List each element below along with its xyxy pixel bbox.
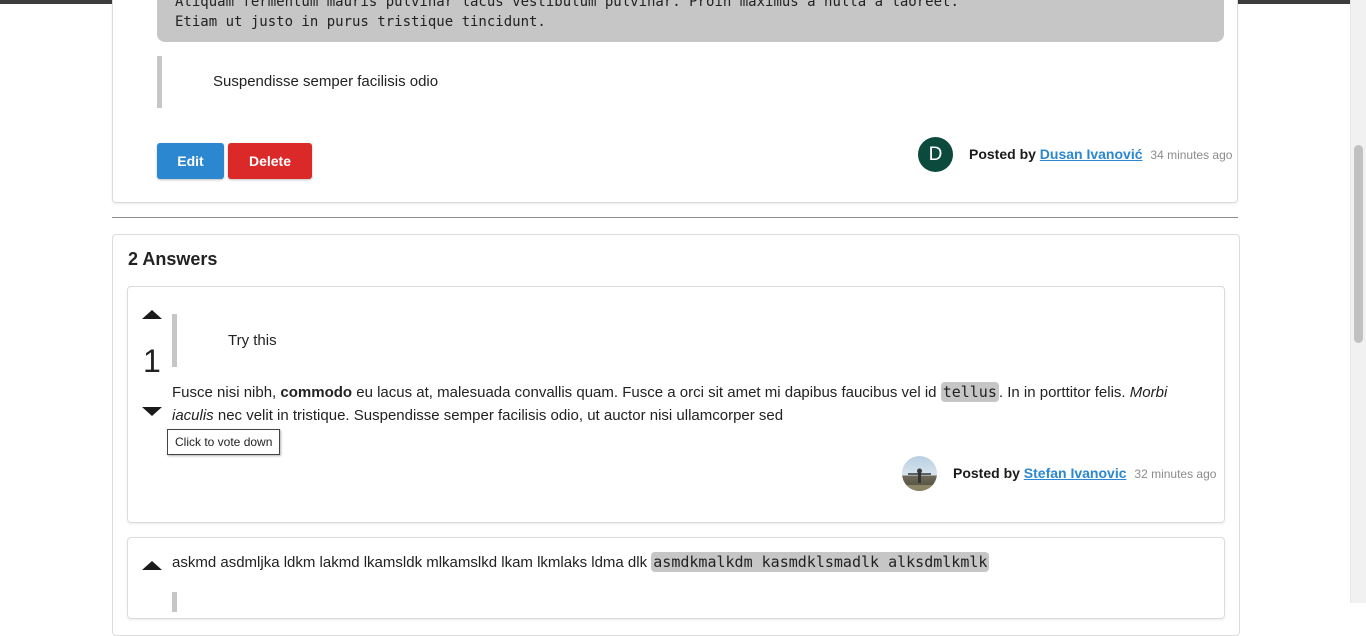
code-line-1: Aliquam fermentum mauris pulvinar lacus … — [175, 0, 959, 10]
delete-button[interactable]: Delete — [228, 143, 312, 179]
answer-text: . In in porttitor felis. — [998, 384, 1130, 401]
posted-by-label: Posted by — [953, 465, 1020, 481]
avatar — [902, 456, 937, 491]
vote-up-icon[interactable] — [142, 310, 162, 319]
answer-body: askmd asdmljka ldkm lakmd lkamsldk mlkam… — [172, 551, 990, 574]
avatar: D — [918, 137, 953, 172]
answer-author-info: Posted by Stefan Ivanovic 32 minutes ago — [953, 465, 1216, 481]
vote-count: 1 — [143, 343, 161, 379]
answer-card — [127, 537, 1225, 619]
question-author-info: Posted by Dusan Ivanović 34 minutes ago — [969, 146, 1232, 162]
code-block: Aliquam fermentum mauris pulvinar lacus … — [157, 0, 1224, 42]
vote-down-icon[interactable] — [142, 407, 162, 416]
author-link[interactable]: Stefan Ivanovic — [1024, 465, 1127, 481]
author-link[interactable]: Dusan Ivanović — [1040, 146, 1143, 162]
posted-by-label: Posted by — [969, 146, 1036, 162]
inline-code: asmdkmalkdm kasmdklsmadlk alksdmlkmlk — [651, 552, 990, 572]
divider — [112, 217, 1238, 218]
inline-code: tellus — [940, 382, 999, 402]
question-blockquote: Suspendisse semper facilisis odio — [157, 56, 438, 108]
answer-blockquote — [172, 592, 177, 612]
answers-title: 2 Answers — [128, 249, 218, 269]
code-line-2: Etiam ut justo in purus tristique tincid… — [175, 14, 546, 30]
vote-down-tooltip: Click to vote down — [167, 429, 281, 455]
answer-blockquote: Try this — [172, 314, 277, 367]
answer-text: askmd asdmljka ldkm lakmd lkamsldk mlkam… — [172, 554, 652, 571]
post-time: 32 minutes ago — [1134, 467, 1217, 481]
post-time: 34 minutes ago — [1150, 148, 1233, 162]
vote-up-icon[interactable] — [142, 561, 162, 570]
bold-text: commodo — [280, 384, 353, 401]
answer-text: eu lacus at, malesuada convallis quam. F… — [352, 384, 941, 401]
answer-text: Fusce nisi nibh, — [172, 384, 281, 401]
edit-button[interactable]: Edit — [157, 143, 224, 179]
answer-body: Fusce nisi nibh, commodo eu lacus at, ma… — [172, 381, 1202, 427]
answer-text: nec velit in tristique. Suspendisse semp… — [213, 407, 784, 424]
blockquote-text: Try this — [228, 332, 277, 349]
scrollbar-thumb[interactable] — [1354, 145, 1363, 343]
blockquote-text: Suspendisse semper facilisis odio — [213, 73, 439, 90]
scrollbar[interactable] — [1350, 0, 1366, 603]
